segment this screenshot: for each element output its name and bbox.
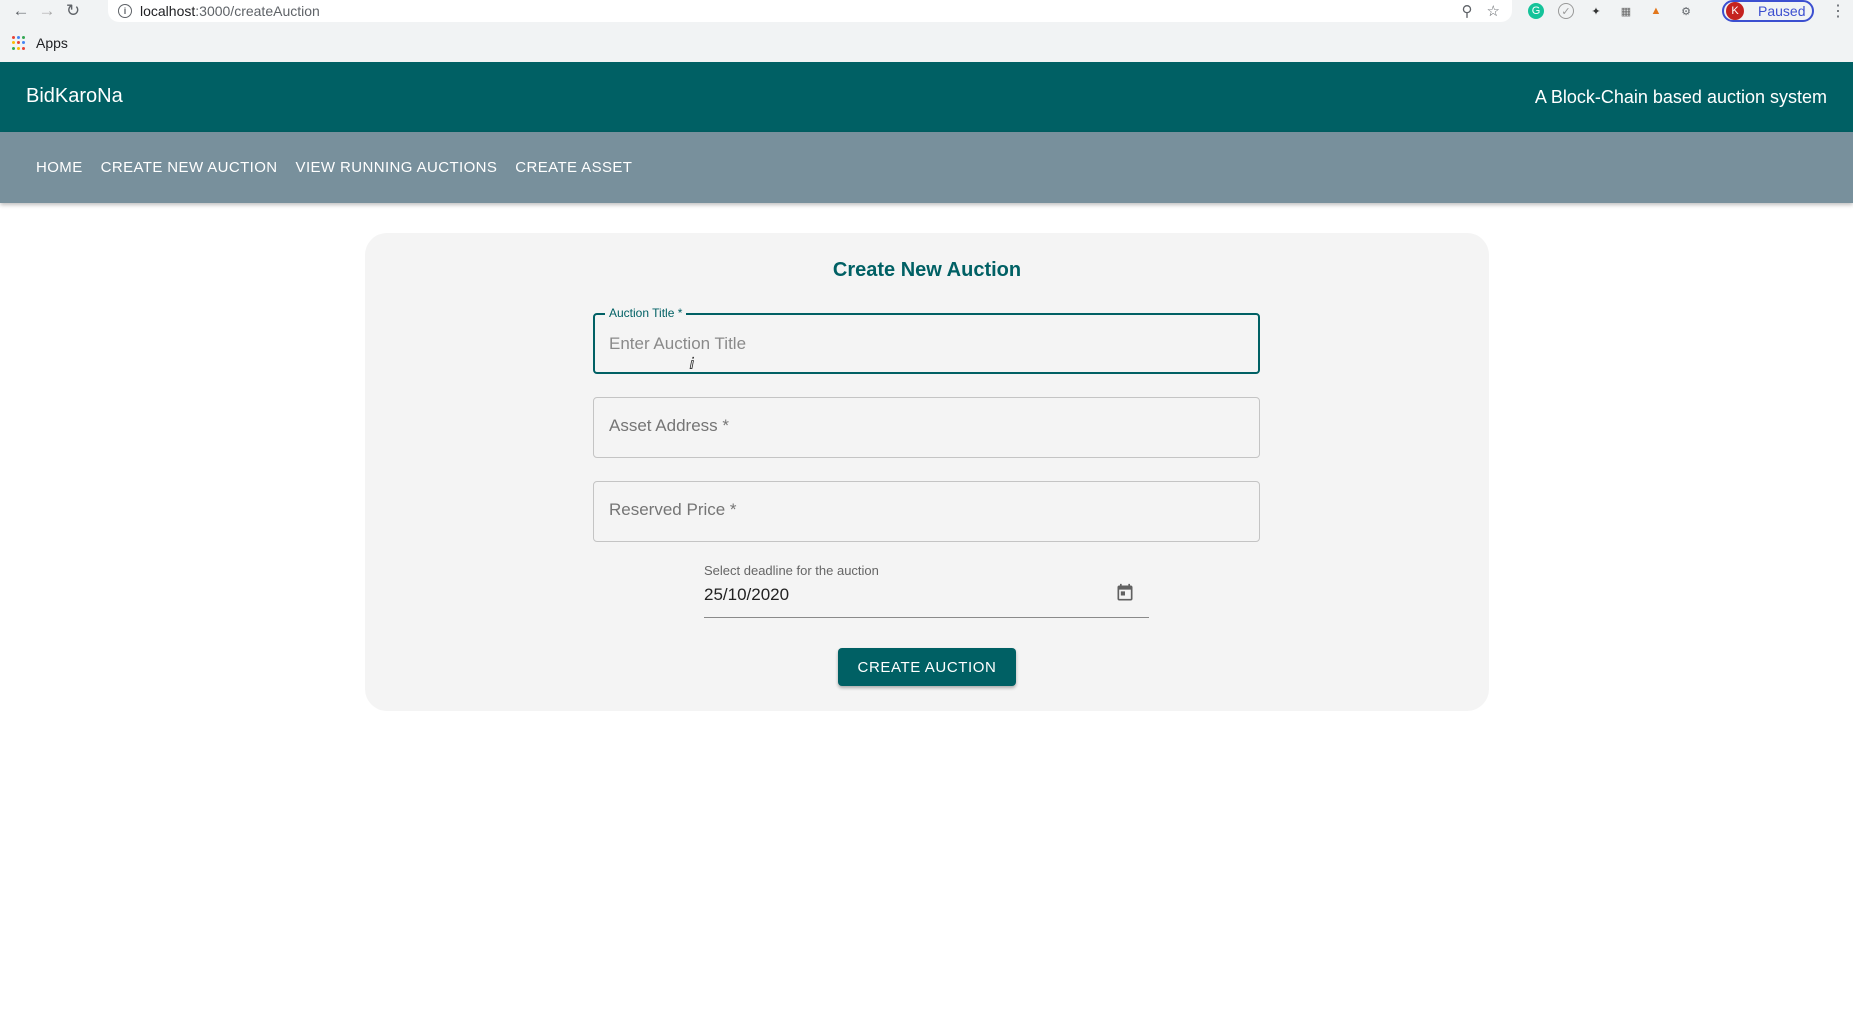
url-host: localhost [140, 3, 196, 19]
deadline-label: Select deadline for the auction [704, 563, 879, 578]
extension-gauge-icon[interactable]: ✓ [1558, 3, 1574, 19]
tagline: A Block-Chain based auction system [1534, 87, 1827, 107]
nav-create-new-auction[interactable]: CREATE NEW AUCTION [91, 151, 288, 184]
main-nav: HOME CREATE NEW AUCTION VIEW RUNNING AUC… [0, 132, 1853, 203]
brand-title[interactable]: BidKaroNa [26, 85, 123, 108]
calendar-icon[interactable] [1115, 582, 1135, 604]
back-icon[interactable]: ← [8, 0, 34, 22]
url-path: :3000/createAuction [195, 3, 320, 19]
bookmark-star-icon[interactable]: ☆ [1487, 2, 1500, 20]
asset-address-field[interactable]: Asset Address * [593, 397, 1260, 458]
extensions-row: G ✓ ✦ ▦ ▲ ⚙ [1528, 0, 1694, 22]
extension-bird-icon[interactable]: ✦ [1588, 3, 1604, 19]
reserved-price-label: Reserved Price * [609, 500, 737, 519]
zoom-icon[interactable]: ⚲ [1462, 2, 1473, 20]
bookmarks-bar: Apps [0, 30, 68, 56]
url-text[interactable]: localhost:3000/createAuction [140, 3, 320, 19]
deadline-date-picker[interactable]: Select deadline for the auction 25/10/20… [704, 563, 1149, 618]
text-cursor-icon: ⅈ [689, 356, 695, 373]
apps-bookmark[interactable]: Apps [36, 35, 68, 51]
grammarly-icon[interactable]: G [1528, 3, 1544, 19]
nav-home[interactable]: HOME [26, 151, 93, 184]
address-bar[interactable]: i localhost:3000/createAuction ⚲ ☆ [108, 0, 1512, 22]
metamask-icon[interactable]: ▲ [1648, 3, 1664, 19]
nav-view-running-auctions[interactable]: VIEW RUNNING AUCTIONS [286, 151, 508, 184]
page-title: Create New Auction [832, 259, 1022, 281]
browser-chrome: ← → ↻ i localhost:3000/createAuction ⚲ ☆… [0, 0, 1853, 62]
extension-grid-icon[interactable]: ▦ [1618, 3, 1634, 19]
app-header: BidKaroNa A Block-Chain based auction sy… [0, 62, 1853, 132]
avatar: K [1726, 2, 1744, 20]
asset-address-label: Asset Address * [609, 416, 730, 435]
browser-menu-icon[interactable]: ⋮ [1828, 0, 1848, 22]
create-auction-button[interactable]: CREATE AUCTION [838, 648, 1016, 686]
forward-icon[interactable]: → [34, 0, 60, 22]
nav-create-asset[interactable]: CREATE ASSET [505, 151, 642, 184]
info-icon[interactable]: i [118, 4, 132, 18]
reload-icon[interactable]: ↻ [60, 0, 86, 22]
auction-title-input[interactable] [609, 315, 1239, 372]
profile-button[interactable]: K Paused [1722, 0, 1814, 22]
create-auction-card: Create New Auction Auction Title * Asset… [365, 233, 1489, 711]
apps-grid-icon[interactable] [12, 36, 26, 50]
reserved-price-field[interactable]: Reserved Price * [593, 481, 1260, 542]
extensions-puzzle-icon[interactable]: ⚙ [1678, 3, 1694, 19]
deadline-value[interactable]: 25/10/2020 [704, 585, 789, 605]
profile-status: Paused [1758, 3, 1806, 19]
